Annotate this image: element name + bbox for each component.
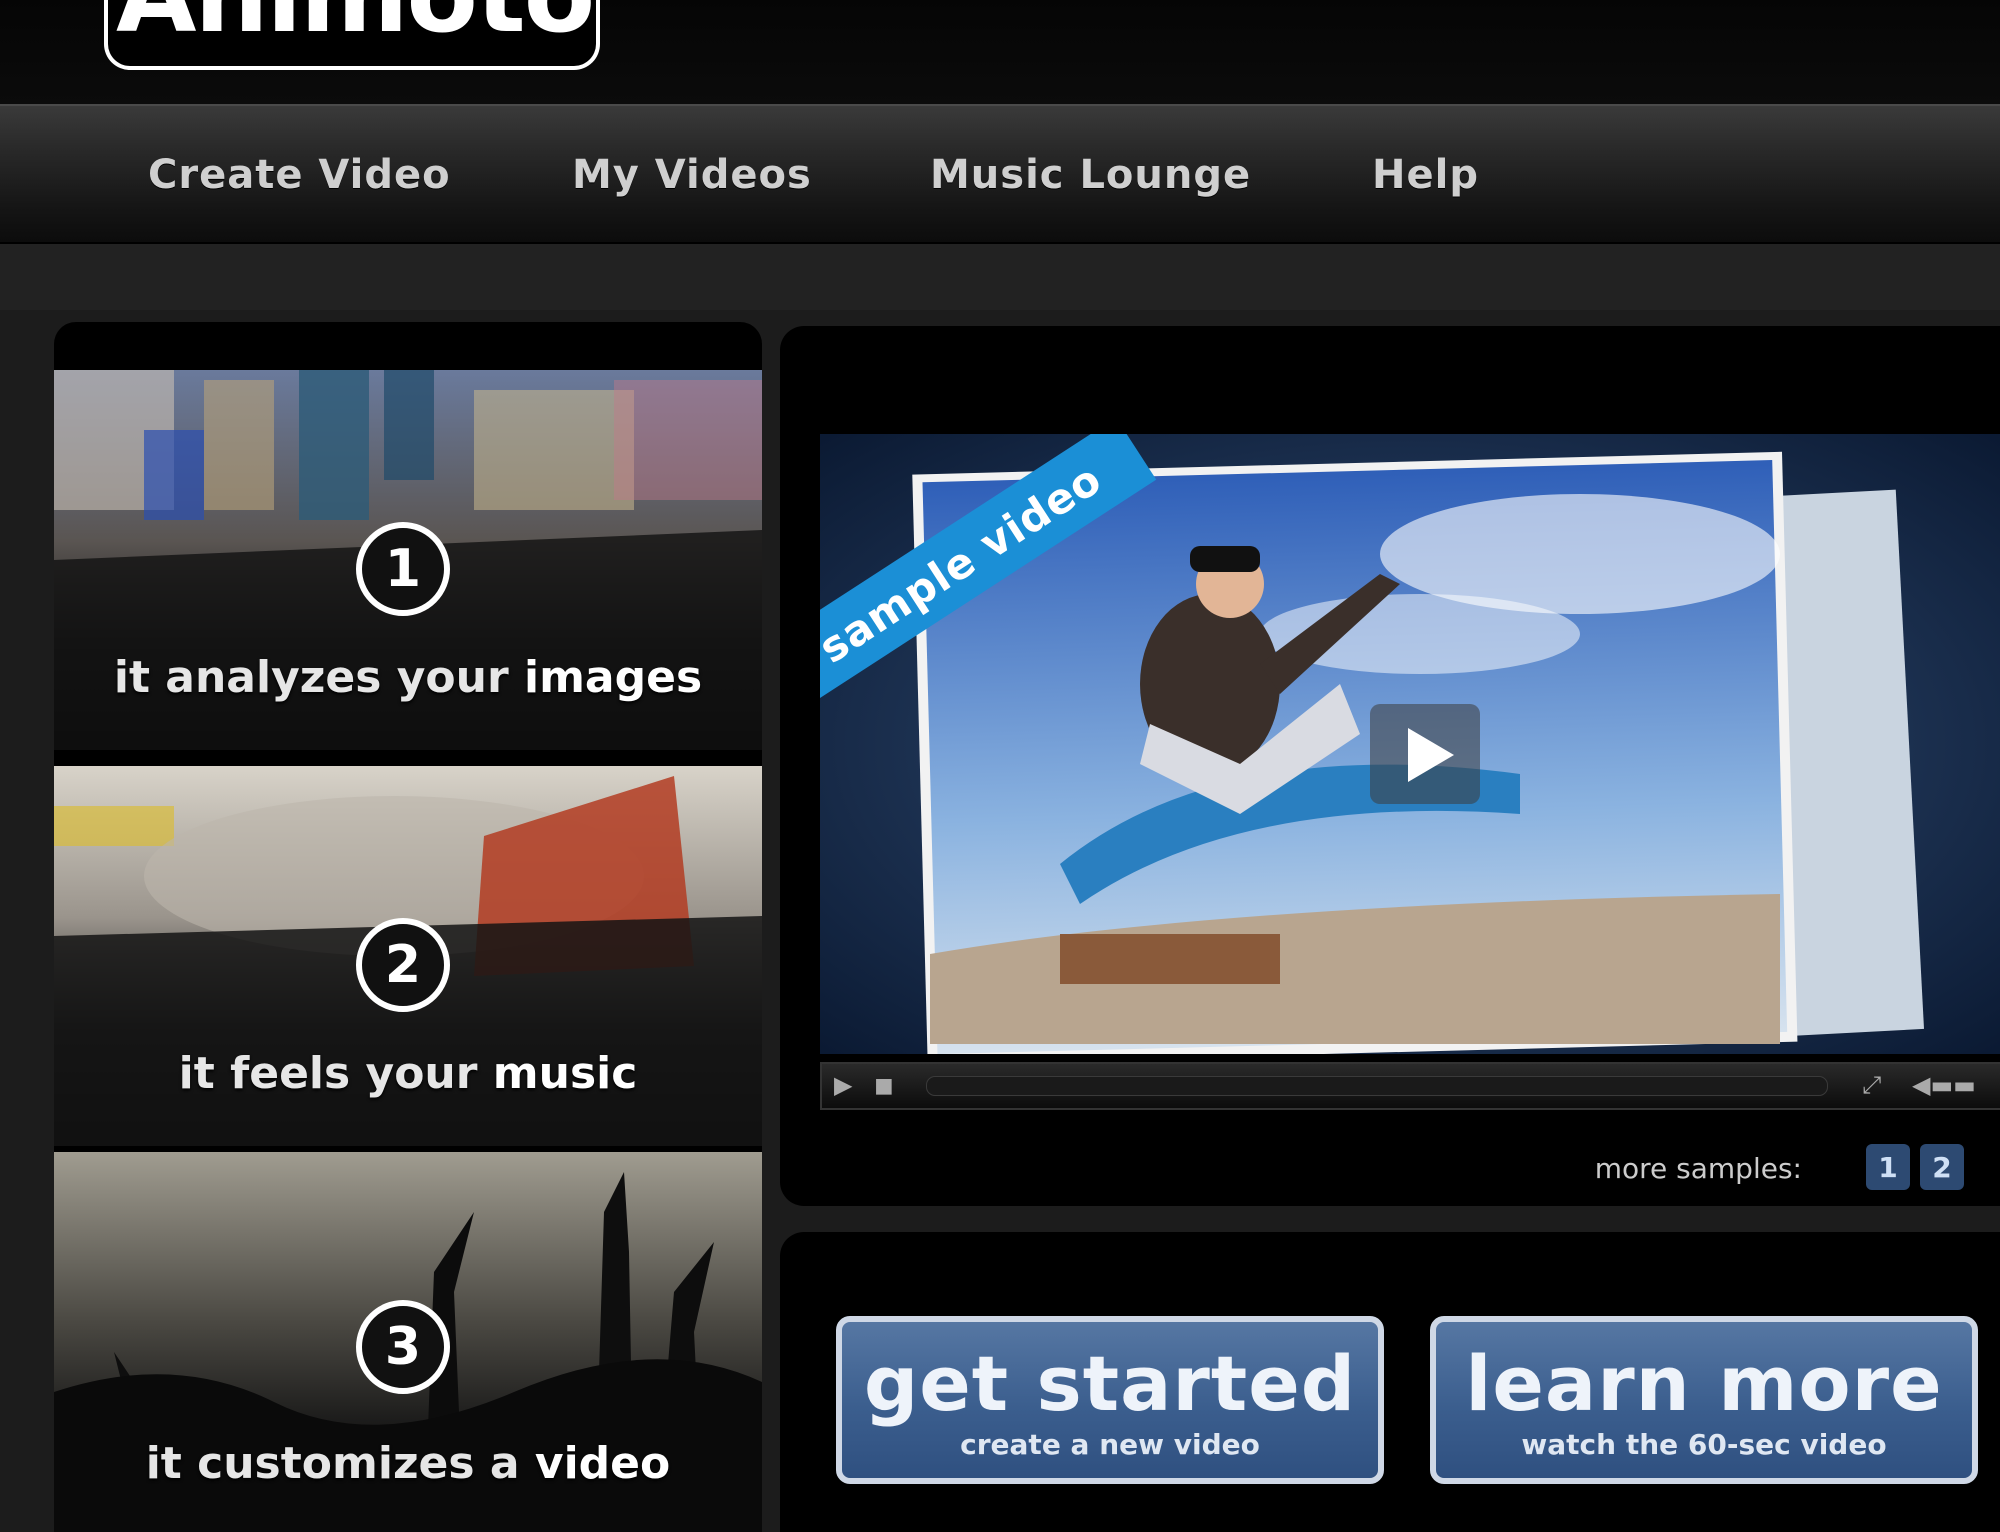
get-started-subtitle: create a new video [960,1428,1260,1461]
action-panel: get started create a new video learn mor… [780,1232,2000,1532]
step-3-caption-bold: video [534,1438,671,1489]
sample-video-panel: sample video ▶ ◼ ⤢ ◀▬▬ more samples: 1 2 [780,326,2000,1206]
step-3-caption-text: it customizes a [145,1438,535,1489]
step-3-number: 3 [356,1300,450,1394]
step-2: 2 it feels your music [54,766,762,1146]
nav-spacer [0,244,2000,310]
sample-1-button[interactable]: 1 [1866,1144,1910,1190]
play-video-button[interactable] [1370,704,1480,804]
learn-more-title: learn more [1465,1339,1943,1428]
step-3: 3 it customizes a video [54,1152,762,1532]
main-nav: Create Video My Videos Music Lounge Help [0,104,2000,246]
video-progress-bar[interactable] [926,1076,1828,1096]
step-2-number: 2 [356,918,450,1012]
logo-text: Animoto [116,0,595,50]
more-samples-label: more samples: [1594,1152,1802,1185]
video-controls: ▶ ◼ ⤢ ◀▬▬ [820,1062,2000,1110]
step-3-caption: it customizes a video [54,1438,762,1489]
fullscreen-icon[interactable]: ⤢ [1862,1070,1881,1100]
step-2-caption-text: it feels your [178,1048,493,1099]
step-2-caption: it feels your music [54,1048,762,1099]
nav-my-videos[interactable]: My Videos [572,152,812,198]
sample-2-button[interactable]: 2 [1920,1144,1964,1190]
how-it-works-panel: 1 it analyzes your images 2 it feels you… [54,322,762,1532]
step-2-caption-bold: music [492,1048,638,1099]
get-started-button[interactable]: get started create a new video [836,1316,1384,1484]
get-started-title: get started [863,1339,1357,1428]
play-icon[interactable]: ▶ [834,1070,852,1100]
learn-more-button[interactable]: learn more watch the 60-sec video [1430,1316,1978,1484]
step-1-caption: it analyzes your images [54,652,762,703]
video-player[interactable]: sample video [820,434,2000,1054]
site-header: Animoto [0,0,2000,104]
step-1: 1 it analyzes your images [54,370,762,750]
stop-icon[interactable]: ◼ [874,1070,894,1100]
nav-help[interactable]: Help [1372,152,1479,198]
step-1-number: 1 [356,522,450,616]
volume-icon[interactable]: ◀▬▬ [1912,1070,1992,1100]
nav-music-lounge[interactable]: Music Lounge [930,152,1251,198]
learn-more-subtitle: watch the 60-sec video [1521,1428,1887,1461]
step-1-caption-text: it analyzes your [113,652,524,703]
step-1-caption-bold: images [523,652,703,703]
site-logo[interactable]: Animoto [104,0,600,70]
nav-create-video[interactable]: Create Video [148,152,451,198]
